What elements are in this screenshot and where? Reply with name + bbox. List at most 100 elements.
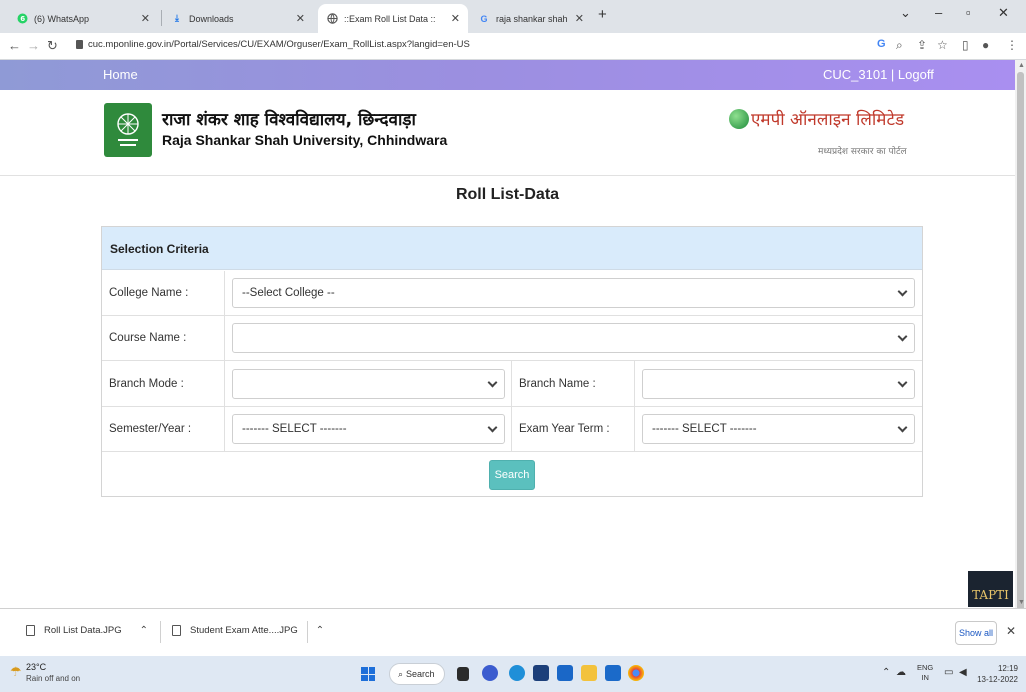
branch-mode-label: Branch Mode : xyxy=(102,361,225,406)
speaker-icon[interactable]: ◀ xyxy=(959,667,967,678)
scroll-up-icon[interactable]: ▲ xyxy=(1018,62,1025,69)
file-explorer-icon[interactable] xyxy=(581,665,597,681)
chevron-up-icon[interactable]: ⌃ xyxy=(140,625,148,636)
close-icon[interactable]: ✕ xyxy=(296,12,305,25)
bookmark-star-icon[interactable]: ☆ xyxy=(937,38,948,52)
file-icon xyxy=(172,625,181,636)
chrome-icon[interactable] xyxy=(628,665,644,681)
branch-row: Branch Mode : Branch Name : xyxy=(102,361,922,407)
office-icon[interactable] xyxy=(605,665,621,681)
download-shelf: Roll List Data.JPG ⌃ Student Exam Atte..… xyxy=(0,608,1026,656)
side-panel-icon[interactable]: ▯ xyxy=(962,38,969,52)
url-field[interactable]: cuc.mponline.gov.in/Portal/Services/CU/E… xyxy=(88,39,470,50)
home-link[interactable]: Home xyxy=(103,67,138,82)
exam-term-select-value: ------- SELECT ------- xyxy=(652,423,757,435)
college-select[interactable]: --Select College -- xyxy=(232,278,915,308)
selection-criteria-form: Selection Criteria College Name : --Sele… xyxy=(101,226,923,497)
browser-tabstrip: 6 (6) WhatsApp ✕ ⤓ Downloads ✕ ::Exam Ro… xyxy=(0,0,1026,33)
store-icon[interactable] xyxy=(533,665,549,681)
close-icon[interactable]: ✕ xyxy=(1006,624,1016,638)
tab-downloads[interactable]: ⤓ Downloads ✕ xyxy=(163,4,313,33)
tab-whatsapp[interactable]: 6 (6) WhatsApp ✕ xyxy=(8,4,158,33)
back-arrow-icon[interactable]: ← xyxy=(8,38,21,53)
university-banner: राजा शंकर शाह विश्वविद्यालय, छिन्दवाड़ा … xyxy=(0,90,1015,176)
scroll-down-icon[interactable]: ▼ xyxy=(1018,599,1025,606)
branch-name-select[interactable] xyxy=(642,369,915,399)
search-icon: ⌕ xyxy=(398,668,404,679)
share-icon[interactable]: ⇪ xyxy=(917,38,927,52)
download-icon: ⤓ xyxy=(175,13,179,23)
tab-title: raja shankar shah university exa xyxy=(496,13,569,24)
clock-time: 12:19 xyxy=(997,664,1018,673)
branch-name-label: Branch Name : xyxy=(512,361,635,406)
weather-icon[interactable]: ☂ xyxy=(10,664,22,680)
task-view-icon[interactable] xyxy=(457,667,469,681)
windows-taskbar: ☂ 23°C Rain off and on ⌕ Search ⌃ ☁ ENG … xyxy=(0,656,1026,692)
top-navigation: Home CUC_3101 | Logoff xyxy=(0,60,1015,90)
new-tab-button[interactable]: + xyxy=(598,6,607,23)
globe-icon xyxy=(729,108,749,129)
semester-select-value: ------- SELECT ------- xyxy=(242,423,347,435)
download-item-roll-list[interactable]: Roll List Data.JPG ⌃ xyxy=(26,625,148,636)
forward-arrow-icon[interactable]: → xyxy=(27,38,40,53)
course-select[interactable] xyxy=(232,323,915,353)
tapti-widget[interactable]: TAPTI xyxy=(968,571,1013,607)
globe-icon xyxy=(326,13,338,25)
exam-term-select[interactable]: ------- SELECT ------- xyxy=(642,414,915,444)
tab-google-search[interactable]: G raja shankar shah university exa ✕ xyxy=(470,4,592,33)
zoom-icon[interactable]: ⌕ xyxy=(896,38,903,53)
tab-search-chevron-icon[interactable]: ⌄ xyxy=(900,5,911,21)
mponline-logo-text: एमपी ऑनलाइन लिमिटेड xyxy=(751,110,905,130)
chevron-down-icon xyxy=(897,286,908,297)
user-logoff-link[interactable]: CUC_3101 | Logoff xyxy=(823,67,934,82)
scrollbar-thumb[interactable] xyxy=(1017,72,1024,617)
mail-icon[interactable] xyxy=(557,665,573,681)
chevron-down-icon xyxy=(487,422,498,433)
whatsapp-icon: 6 xyxy=(16,13,28,25)
display-icon[interactable]: ▭ xyxy=(944,667,953,678)
search-button[interactable]: Search xyxy=(489,460,535,490)
minimize-icon[interactable]: – xyxy=(935,5,942,20)
google-icon: G xyxy=(480,13,488,24)
chevron-up-icon[interactable]: ⌃ xyxy=(316,625,324,636)
close-icon[interactable]: ✕ xyxy=(575,12,584,25)
page-scrollbar[interactable]: ▲ ▼ xyxy=(1015,60,1026,617)
show-all-button[interactable]: Show all xyxy=(955,621,997,645)
weather-temperature[interactable]: 23°C xyxy=(26,662,46,672)
weather-description[interactable]: Rain off and on xyxy=(26,674,80,683)
windows-start-icon[interactable] xyxy=(361,667,375,681)
semester-select[interactable]: ------- SELECT ------- xyxy=(232,414,505,444)
close-icon[interactable]: ✕ xyxy=(451,12,460,25)
system-clock[interactable]: 12:19 13-12-2022 xyxy=(974,663,1018,685)
semester-label: Semester/Year : xyxy=(102,407,225,451)
college-row: College Name : --Select College -- xyxy=(102,271,922,316)
reload-icon[interactable]: ↻ xyxy=(47,38,58,54)
network-icon[interactable]: ☁ xyxy=(896,667,906,678)
tab-title: ::Exam Roll List Data :: xyxy=(344,13,436,24)
branch-mode-select[interactable] xyxy=(232,369,505,399)
chevron-down-icon xyxy=(897,331,908,342)
window-close-icon[interactable]: ✕ xyxy=(998,5,1009,21)
college-select-value: --Select College -- xyxy=(242,287,335,299)
lock-icon xyxy=(76,40,83,49)
clock-date: 13-12-2022 xyxy=(977,675,1018,684)
course-label: Course Name : xyxy=(102,316,225,360)
tab-exam-roll-list[interactable]: ::Exam Roll List Data :: ✕ xyxy=(318,4,468,33)
restore-icon[interactable]: ▫ xyxy=(966,5,971,20)
form-heading: Selection Criteria xyxy=(110,242,209,256)
download-item-student-exam[interactable]: Student Exam Atte....JPG ⌃ xyxy=(172,625,324,636)
profile-icon[interactable]: ● xyxy=(982,38,989,52)
tab-title: Downloads xyxy=(189,13,234,24)
language-region: IN xyxy=(921,673,929,682)
tray-chevron-icon[interactable]: ⌃ xyxy=(882,667,890,678)
page-title: Roll List-Data xyxy=(455,186,560,203)
close-icon[interactable]: ✕ xyxy=(141,12,150,25)
google-lens-icon[interactable]: G xyxy=(877,38,886,50)
edge-icon[interactable] xyxy=(509,665,525,681)
teams-chat-icon[interactable] xyxy=(482,665,498,681)
svg-text:6: 6 xyxy=(20,15,25,23)
taskbar-search[interactable]: ⌕ Search xyxy=(389,663,445,685)
course-row: Course Name : xyxy=(102,316,922,361)
language-indicator[interactable]: ENG IN xyxy=(917,663,933,683)
menu-kebab-icon[interactable]: ⋮ xyxy=(1006,38,1018,52)
